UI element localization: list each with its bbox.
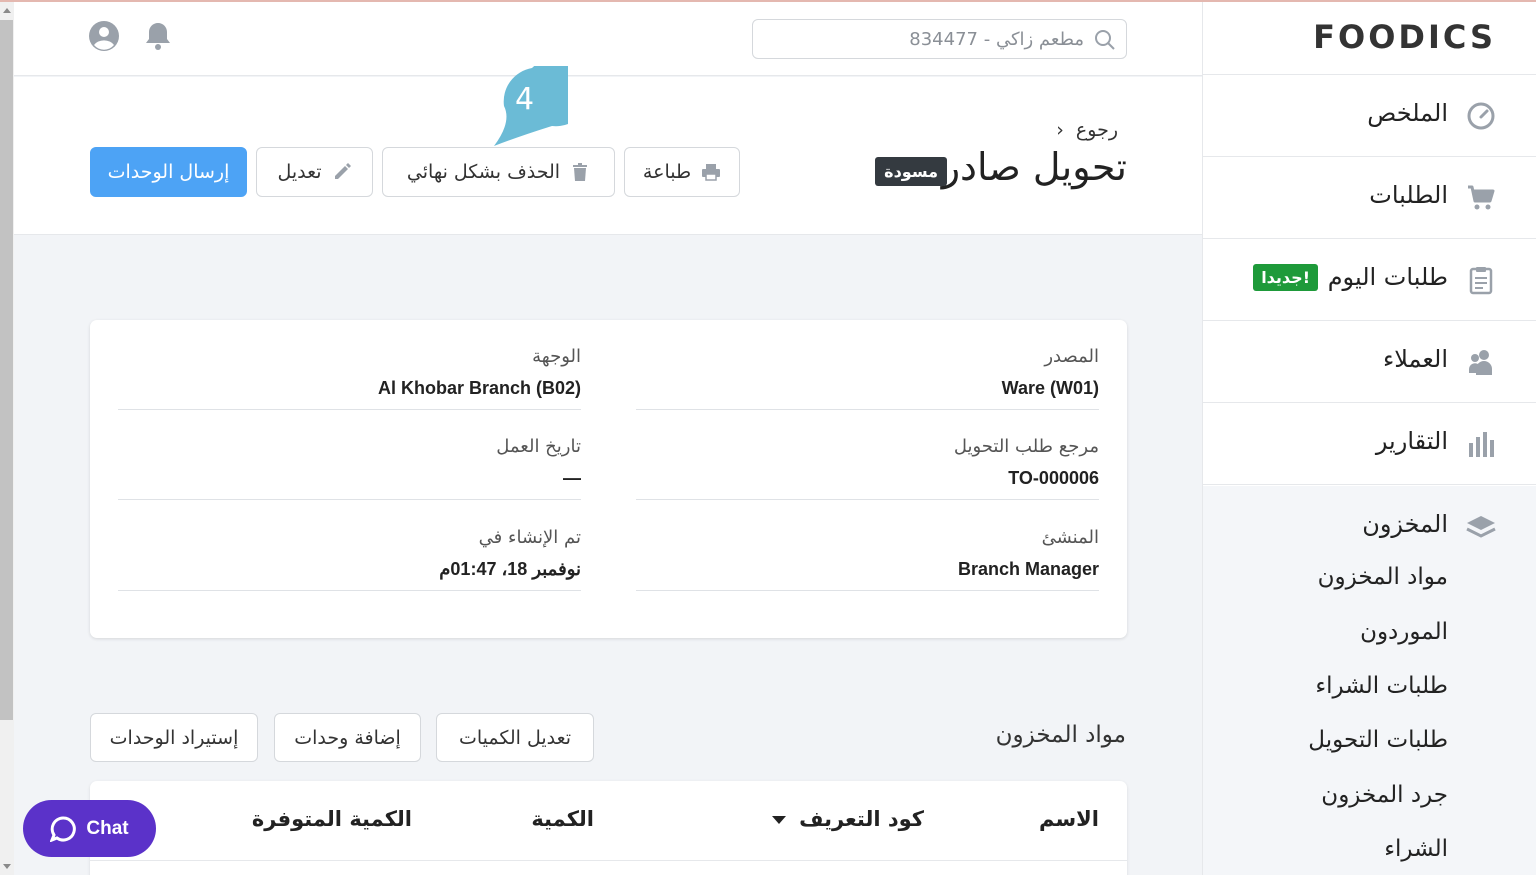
sidebar-section-inventory: المخزون مواد المخزون الموردون طلبات الشر… [1203,486,1536,875]
business-date-field: تاريخ العمل — [118,410,581,500]
edit-quantities-button[interactable]: تعديل الكميات [436,713,594,762]
print-label: طباعة [642,161,692,183]
destination-value: Al Khobar Branch (B02) [377,378,581,398]
edit-label: تعديل [277,161,322,183]
sidebar-item-summary[interactable]: الملخص [1203,75,1536,157]
sidebar-item-orders[interactable]: الطلبات [1203,157,1536,239]
sidebar-item-label: الملخص [1367,99,1448,127]
sidebar-subitem-transfer-orders[interactable]: طلبات التحويل [1308,727,1448,753]
layers-icon [1466,516,1496,538]
scroll-up-icon[interactable] [3,8,11,13]
creator-label: المنشئ [1041,527,1099,548]
scroll-down-icon[interactable] [3,864,11,869]
business-date-label: تاريخ العمل [496,436,581,457]
items-table: الاسم كود التعريف الكمية الكمية المتوفرة [90,781,1127,875]
add-items-label: إضافة وحدات [294,726,401,749]
sidebar-item-reports[interactable]: التقارير [1203,403,1536,485]
users-icon [1469,350,1492,375]
send-label: إرسال الوحدات [107,161,230,183]
created-at-value: نوفمبر 18، 01:47م [439,559,581,579]
sidebar-item-label: الطلبات [1369,181,1448,209]
edit-button[interactable]: تعديل [256,147,373,197]
back-link[interactable]: رجوع ‹ [1056,119,1118,141]
source-value: Ware (W01) [1001,378,1099,398]
sidebar-subitem-suppliers[interactable]: الموردون [1360,619,1448,645]
column-header-sku[interactable]: كود التعريف [799,807,924,831]
clipboard-icon [1469,267,1493,295]
creator-field: المنشئ Branch Manager [636,501,1099,591]
sidebar-item-label: العملاء [1382,345,1448,373]
bell-notification-icon[interactable] [142,20,174,52]
source-field: المصدر Ware (W01) [636,320,1099,410]
status-badge: مسودة [875,157,947,186]
business-date-value: — [563,468,581,488]
reference-label: مرجع طلب التحويل [953,436,1099,457]
scrollbar-thumb[interactable] [0,20,13,720]
page-scrollbar[interactable] [0,2,14,875]
pencil-icon [334,163,351,179]
sidebar-item-label: التقارير [1375,427,1448,455]
delete-label: الحذف بشكل نهائي [406,161,561,183]
edit-quantities-label: تعديل الكميات [458,726,572,749]
chat-bubble-icon [50,815,77,842]
sidebar-subitem-inventory-items[interactable]: مواد المخزون [1318,564,1448,590]
step-number: 4 [515,82,535,117]
chat-widget-button[interactable]: Chat [23,800,156,857]
destination-field: الوجهة Al Khobar Branch (B02) [118,320,581,410]
table-header-divider [90,860,1127,861]
cart-icon [1468,185,1495,210]
creator-value: Branch Manager [957,559,1099,579]
created-at-label: تم الإنشاء في [478,527,581,548]
sidebar-subitem-purchase-orders[interactable]: طلبات الشراء [1315,673,1448,699]
tutorial-step-marker: 4 [490,58,590,147]
transfer-details-card: المصدر Ware (W01) الوجهة Al Khobar Branc… [90,320,1127,638]
import-items-button[interactable]: إستيراد الوحدات [90,713,258,762]
dashboard-gauge-icon [1467,102,1495,130]
user-account-icon[interactable] [88,20,120,52]
printer-icon [702,164,721,181]
permanent-delete-button[interactable]: الحذف بشكل نهائي [382,147,615,197]
foodics-logo[interactable]: FOODICS [1313,18,1496,56]
items-section-title: مواد المخزون [995,722,1126,748]
logo-row: FOODICS [1203,2,1536,75]
branch-search-input[interactable]: مطعم زاكي - 834477 [752,19,1127,59]
sidebar-subitem-purchasing[interactable]: الشراء [1384,836,1448,862]
send-items-button[interactable]: إرسال الوحدات [90,147,247,197]
column-header-quantity[interactable]: الكمية [531,807,594,831]
page-title: تحويل صادر [941,145,1127,189]
source-label: المصدر [1044,346,1099,367]
search-icon [1095,30,1115,50]
chevron-left-icon: ‹ [1056,119,1070,141]
column-header-name[interactable]: الاسم [1039,807,1099,831]
back-label: رجوع [1075,119,1118,141]
trash-icon [573,163,588,181]
sidebar-item-today-orders[interactable]: طلبات اليوم جديدا! [1203,239,1536,321]
sidebar-item-label: طلبات اليوم [1327,263,1448,291]
sidebar-item-inventory[interactable]: المخزون [1362,510,1448,538]
sidebar-item-customers[interactable]: العملاء [1203,321,1536,403]
column-header-available-quantity[interactable]: الكمية المتوفرة [252,807,412,831]
new-badge: جديدا! [1253,264,1318,291]
created-at-field: تم الإنشاء في نوفمبر 18، 01:47م [118,501,581,591]
print-button[interactable]: طباعة [624,147,740,197]
reference-field: مرجع طلب التحويل TO-000006 [636,410,1099,500]
chat-label: Chat [86,817,129,839]
add-items-button[interactable]: إضافة وحدات [274,713,421,762]
sidebar: FOODICS الملخص الطلبات طلبات اليوم جديدا… [1202,2,1536,875]
import-items-label: إستيراد الوحدات [109,726,239,749]
destination-label: الوجهة [532,346,581,367]
top-header: مطعم زاكي - 834477 [14,2,1202,76]
sort-caret-down-icon[interactable] [772,816,786,824]
sidebar-subitem-inventory-count[interactable]: جرد المخزون [1321,782,1448,808]
bar-chart-icon [1469,432,1494,457]
page-header: رجوع ‹ تحويل صادر مسودة طباعة الحذف بشكل… [14,77,1202,235]
search-value: مطعم زاكي - 834477 [909,29,1084,50]
reference-value: TO-000006 [1008,468,1099,488]
